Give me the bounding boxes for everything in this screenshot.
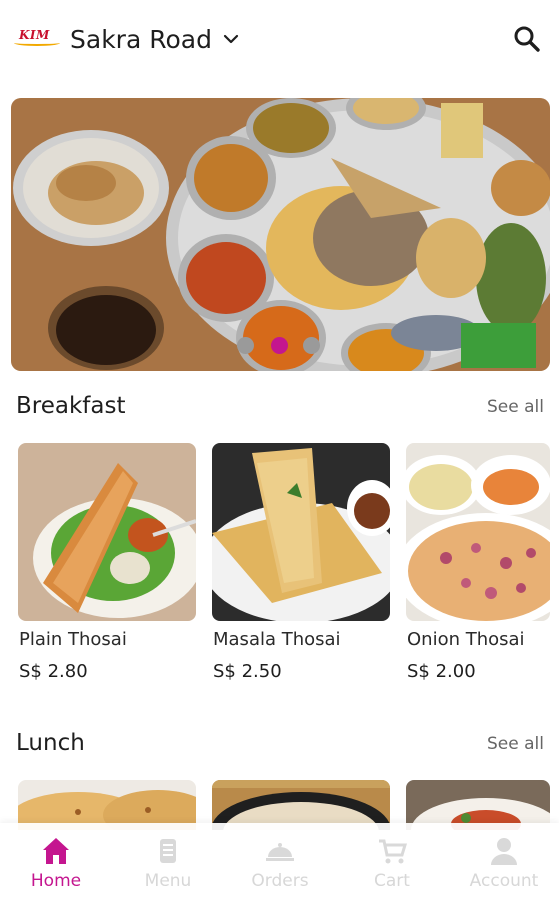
location-selector[interactable]: Sakra Road	[70, 23, 212, 57]
nav-menu[interactable]: Menu	[112, 823, 224, 900]
carousel-dot[interactable]	[303, 337, 320, 354]
orders-icon	[266, 843, 294, 861]
onion-thosai-image	[406, 443, 550, 621]
nav-label: Menu	[144, 871, 192, 891]
nav-home[interactable]: Home	[0, 823, 112, 900]
carousel-dot[interactable]	[237, 337, 254, 354]
item-price: S$ 2.50	[213, 661, 282, 682]
search-icon[interactable]	[512, 24, 542, 54]
carousel-indicator	[237, 337, 327, 355]
logo-swoosh	[14, 40, 60, 46]
carousel-dot-active[interactable]	[271, 337, 288, 354]
thali-image	[11, 98, 550, 371]
nav-label: Cart	[374, 871, 410, 891]
masala-thosai-image	[212, 443, 390, 621]
item-price: S$ 2.80	[19, 661, 88, 682]
nav-label: Home	[30, 871, 82, 891]
item-price: S$ 2.00	[407, 661, 476, 682]
nav-cart[interactable]: Cart	[336, 823, 448, 900]
lunch-see-all-link[interactable]: See all	[487, 734, 544, 754]
plain-thosai-image	[18, 443, 196, 621]
breakfast-title: Breakfast	[16, 393, 126, 419]
nav-label: Orders	[251, 871, 309, 891]
hero-banner[interactable]	[11, 98, 550, 371]
bottom-navigation: Home Menu Orders Cart Account	[0, 823, 559, 900]
nav-account[interactable]: Account	[448, 823, 559, 900]
account-icon	[491, 838, 517, 865]
item-name: Plain Thosai	[19, 629, 127, 650]
app-header: KIM Sakra Road	[0, 0, 559, 80]
home-icon	[43, 838, 69, 864]
item-name: Masala Thosai	[213, 629, 341, 650]
item-name: Onion Thosai	[407, 629, 525, 650]
cart-icon	[379, 839, 408, 864]
lunch-title: Lunch	[16, 730, 85, 756]
brand-logo[interactable]: KIM	[10, 27, 60, 49]
chevron-down-icon[interactable]	[222, 30, 240, 48]
nav-label: Account	[469, 871, 539, 891]
nav-orders[interactable]: Orders	[224, 823, 336, 900]
breakfast-see-all-link[interactable]: See all	[487, 397, 544, 417]
menu-icon	[160, 839, 176, 863]
